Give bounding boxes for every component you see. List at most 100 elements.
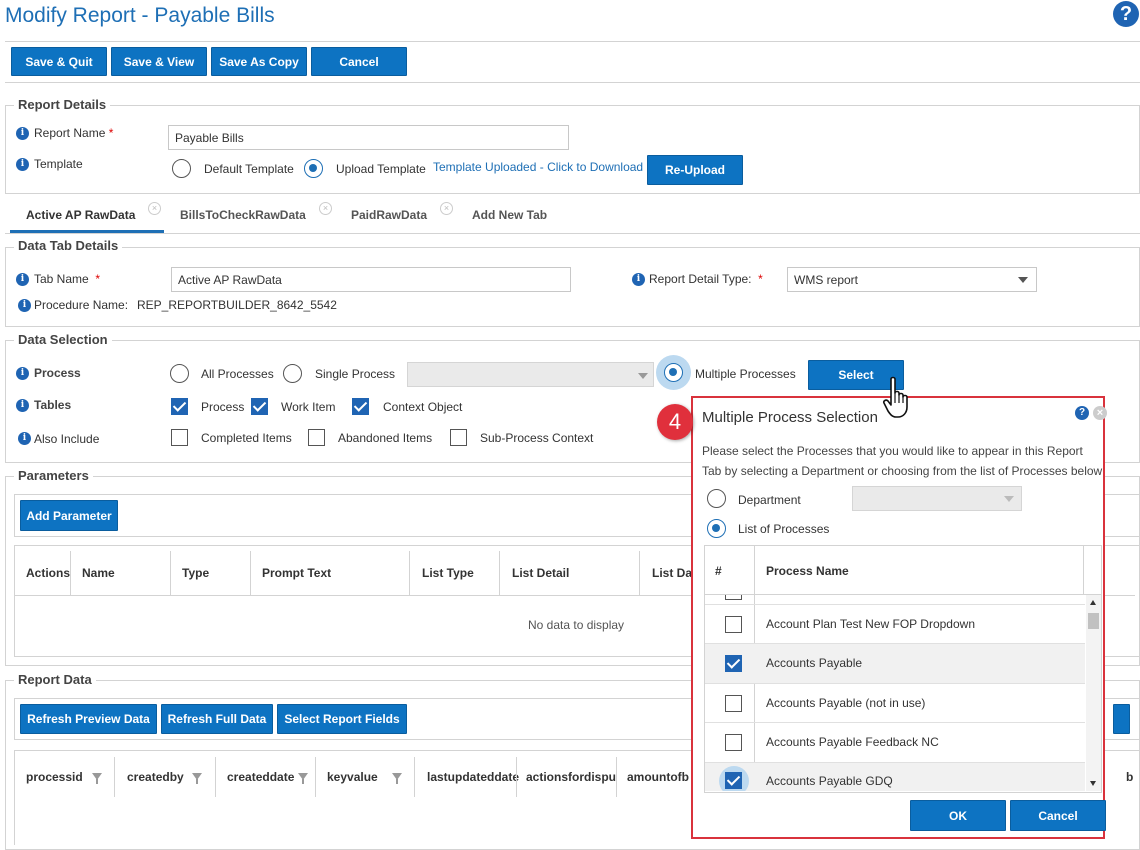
process-name: Account Plan Test New FOP Dropdown — [766, 617, 975, 631]
row-checkbox[interactable] — [725, 695, 742, 712]
row-checkbox[interactable] — [725, 595, 742, 600]
list-item[interactable]: Accounts Payable Feedback NC — [705, 723, 1085, 762]
ok-button[interactable]: OK — [910, 800, 1006, 831]
column-separator — [414, 757, 415, 797]
template-label: Template — [34, 157, 83, 171]
context-object-checkbox-label: Context Object — [383, 400, 463, 414]
tab-paid-rawdata[interactable]: PaidRawData — [351, 208, 427, 222]
column-header: createdby — [127, 770, 184, 784]
close-tab-icon[interactable]: × — [319, 202, 332, 215]
process-list: Account Plan Test New FOP Dropdown Accou… — [705, 595, 1085, 791]
row-checkbox[interactable] — [725, 734, 742, 751]
refresh-preview-button[interactable]: Refresh Preview Data — [20, 704, 157, 734]
context-object-checkbox[interactable] — [352, 398, 369, 415]
scrollbar-thumb[interactable] — [1088, 613, 1099, 629]
template-download-link[interactable]: Template Uploaded - Click to Download — [433, 160, 643, 174]
work-item-checkbox-label: Work Item — [281, 400, 336, 414]
scroll-down-icon[interactable] — [1090, 781, 1096, 786]
process-name: Accounts Payable GDQ — [766, 774, 893, 788]
dialog-title: Multiple Process Selection — [702, 409, 878, 426]
divider — [5, 41, 1140, 42]
list-of-processes-radio[interactable] — [707, 519, 726, 538]
list-item[interactable]: Accounts Payable GDQ — [705, 763, 1085, 791]
completed-items-checkbox[interactable] — [171, 429, 188, 446]
column-separator — [639, 551, 640, 595]
also-include-label: Also Include — [34, 432, 100, 446]
multiple-processes-radio[interactable] — [664, 363, 683, 382]
process-grid: # Process Name Account Plan Test New FOP… — [704, 545, 1102, 793]
multiple-process-selection-dialog: Multiple Process Selection ? × Please se… — [691, 396, 1107, 839]
column-header: actionsfordispu — [526, 770, 617, 784]
report-detail-type-select[interactable]: WMS report — [787, 267, 1037, 292]
column-separator — [409, 551, 410, 595]
default-template-radio[interactable] — [172, 159, 191, 178]
scrollbar[interactable] — [1086, 595, 1101, 791]
dialog-cancel-button[interactable]: Cancel — [1010, 800, 1106, 831]
process-checkbox[interactable] — [171, 398, 188, 415]
column-header: Type — [182, 566, 210, 580]
tab-name-label: Tab Name * — [34, 272, 101, 286]
row-checkbox[interactable] — [725, 655, 742, 672]
filter-icon[interactable] — [192, 773, 202, 784]
department-select[interactable] — [852, 486, 1022, 511]
all-processes-radio[interactable] — [170, 364, 189, 383]
column-separator — [616, 757, 617, 797]
upload-template-radio[interactable] — [304, 159, 323, 178]
help-icon[interactable]: ? — [1075, 406, 1089, 420]
column-separator — [1083, 546, 1084, 594]
column-header: keyvalue — [327, 770, 378, 784]
column-separator — [170, 551, 171, 595]
work-item-checkbox[interactable] — [251, 398, 268, 415]
select-report-fields-button[interactable]: Select Report Fields — [277, 704, 407, 734]
row-checkbox[interactable] — [725, 616, 742, 633]
close-icon[interactable]: × — [1093, 406, 1107, 420]
close-tab-icon[interactable]: × — [440, 202, 453, 215]
column-header: Actions — [26, 566, 71, 580]
list-item[interactable]: Account Plan Test New FOP Dropdown — [705, 605, 1085, 643]
single-process-select[interactable] — [407, 362, 654, 387]
tab-billstocheck-rawdata[interactable]: BillsToCheckRawData — [180, 208, 306, 222]
process-checkbox-label: Process — [201, 400, 245, 414]
close-tab-icon[interactable]: × — [148, 202, 161, 215]
procedure-name-value: REP_REPORTBUILDER_8642_5542 — [137, 298, 337, 312]
all-processes-label: All Processes — [201, 367, 274, 381]
column-header: List Detail — [512, 566, 570, 580]
single-process-radio[interactable] — [283, 364, 302, 383]
column-header: amountofb — [627, 770, 689, 784]
subprocess-context-checkbox[interactable] — [450, 429, 467, 446]
save-as-copy-button[interactable]: Save As Copy — [211, 47, 307, 76]
multiple-processes-label: Multiple Processes — [695, 367, 796, 381]
abandoned-items-checkbox[interactable] — [308, 429, 325, 446]
refresh-full-button[interactable]: Refresh Full Data — [161, 704, 273, 734]
upload-template-label: Upload Template — [336, 162, 426, 176]
scroll-up-icon[interactable] — [1090, 600, 1096, 605]
tables-label: Tables — [34, 398, 72, 412]
reupload-button[interactable]: Re-Upload — [647, 155, 743, 185]
info-icon: i — [632, 273, 645, 286]
single-process-label: Single Process — [315, 367, 396, 381]
tab-add-new[interactable]: Add New Tab — [472, 208, 547, 222]
chevron-down-icon — [638, 373, 648, 379]
save-quit-button[interactable]: Save & Quit — [11, 47, 107, 76]
data-selection-legend: Data Selection — [14, 332, 112, 347]
data-tab-details-legend: Data Tab Details — [14, 238, 123, 253]
process-name: Accounts Payable Feedback NC — [766, 735, 939, 749]
cancel-button[interactable]: Cancel — [311, 47, 407, 76]
filter-icon[interactable] — [392, 773, 402, 784]
list-item[interactable]: Accounts Payable (not in use) — [705, 684, 1085, 722]
column-header: Name — [82, 566, 115, 580]
report-name-input[interactable]: Payable Bills — [168, 125, 569, 150]
filter-icon[interactable] — [92, 773, 102, 784]
help-icon[interactable]: ? — [1113, 1, 1139, 27]
row-checkbox[interactable] — [725, 772, 742, 789]
column-separator — [215, 757, 216, 797]
list-item[interactable]: Accounts Payable — [705, 644, 1085, 683]
column-separator — [499, 551, 500, 595]
department-radio[interactable] — [707, 489, 726, 508]
filter-icon[interactable] — [298, 773, 308, 784]
default-template-label: Default Template — [204, 162, 294, 176]
add-parameter-button[interactable]: Add Parameter — [20, 500, 118, 531]
overflow-button[interactable] — [1113, 704, 1130, 734]
save-view-button[interactable]: Save & View — [111, 47, 207, 76]
tab-name-input[interactable]: Active AP RawData — [171, 267, 571, 292]
